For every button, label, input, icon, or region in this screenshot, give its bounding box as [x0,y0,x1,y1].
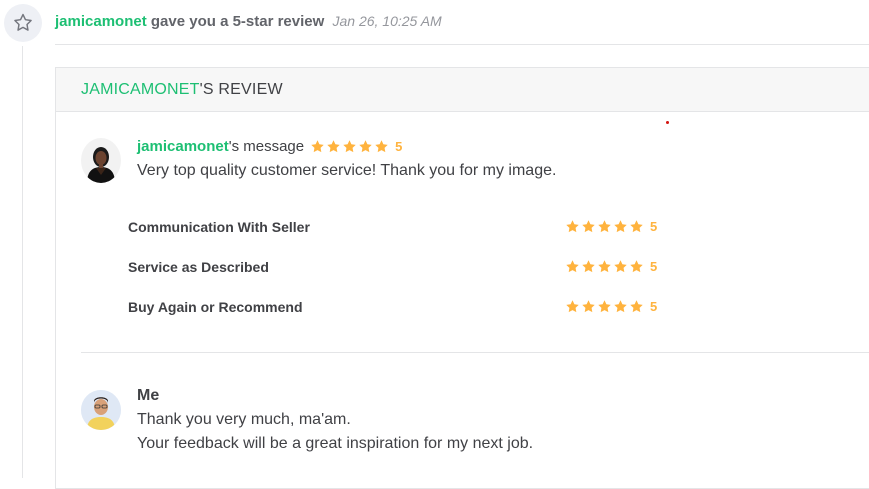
review-card: JAMICAMONET 'S REVIEW jamicamonet's messa… [55,67,869,489]
my-avatar[interactable] [81,390,121,430]
criteria-label: Communication With Seller [128,219,310,235]
reply-line: Thank you very much, ma'am. [137,411,351,428]
overall-rating-value: 5 [395,139,403,154]
review-header-suffix: 'S REVIEW [199,80,283,98]
star-icon [359,140,372,153]
review-message-title: jamicamonet's message 5 [137,138,402,155]
criteria-label: Buy Again or Recommend [128,299,303,315]
star-icon [566,300,579,313]
star-icon [614,220,627,233]
overall-rating-stars: 5 [310,139,402,154]
star-icon [582,220,595,233]
review-message-body: Very top quality customer service! Thank… [137,162,557,179]
red-dot [666,121,669,124]
criteria-label: Service as Described [128,259,269,275]
reviewer-avatar[interactable] [81,138,121,183]
star-icon [582,300,595,313]
star-icon [614,260,627,273]
reply-line: Your feedback will be a great inspiratio… [137,435,534,452]
star-icon [598,220,611,233]
event-line: jamicamonet gave you a 5-star review Jan… [55,13,442,30]
event-text: gave you a 5-star review [150,13,325,30]
reply-author: Me [137,387,160,404]
criteria-rating: 5 [565,299,657,314]
star-icon [598,260,611,273]
star-outline-icon [14,13,32,31]
star-icon [343,140,356,153]
star-icon [614,300,627,313]
card-divider [81,352,869,353]
review-card-header: JAMICAMONET 'S REVIEW [56,68,869,112]
review-notification-icon [4,4,42,42]
criteria-rating-value: 5 [650,259,658,274]
criteria-rating: 5 [565,259,657,274]
star-icon [630,260,643,273]
star-icon [566,220,579,233]
timeline-line [22,46,23,478]
criteria-rating-value: 5 [650,219,658,234]
review-header-username[interactable]: JAMICAMONET [81,81,200,99]
criteria-rating-value: 5 [650,299,658,314]
event-timestamp: Jan 26, 10:25 AM [332,13,442,29]
event-divider [55,44,869,45]
criteria-rating: 5 [565,219,657,234]
star-icon [311,140,324,153]
star-icon [327,140,340,153]
star-icon [375,140,388,153]
event-username-link[interactable]: jamicamonet [55,13,147,30]
star-icon [630,220,643,233]
star-icon [598,300,611,313]
star-icon [630,300,643,313]
review-message-username[interactable]: jamicamonet [137,138,229,155]
review-message-suffix: 's message [228,138,305,155]
star-icon [582,260,595,273]
star-icon [566,260,579,273]
